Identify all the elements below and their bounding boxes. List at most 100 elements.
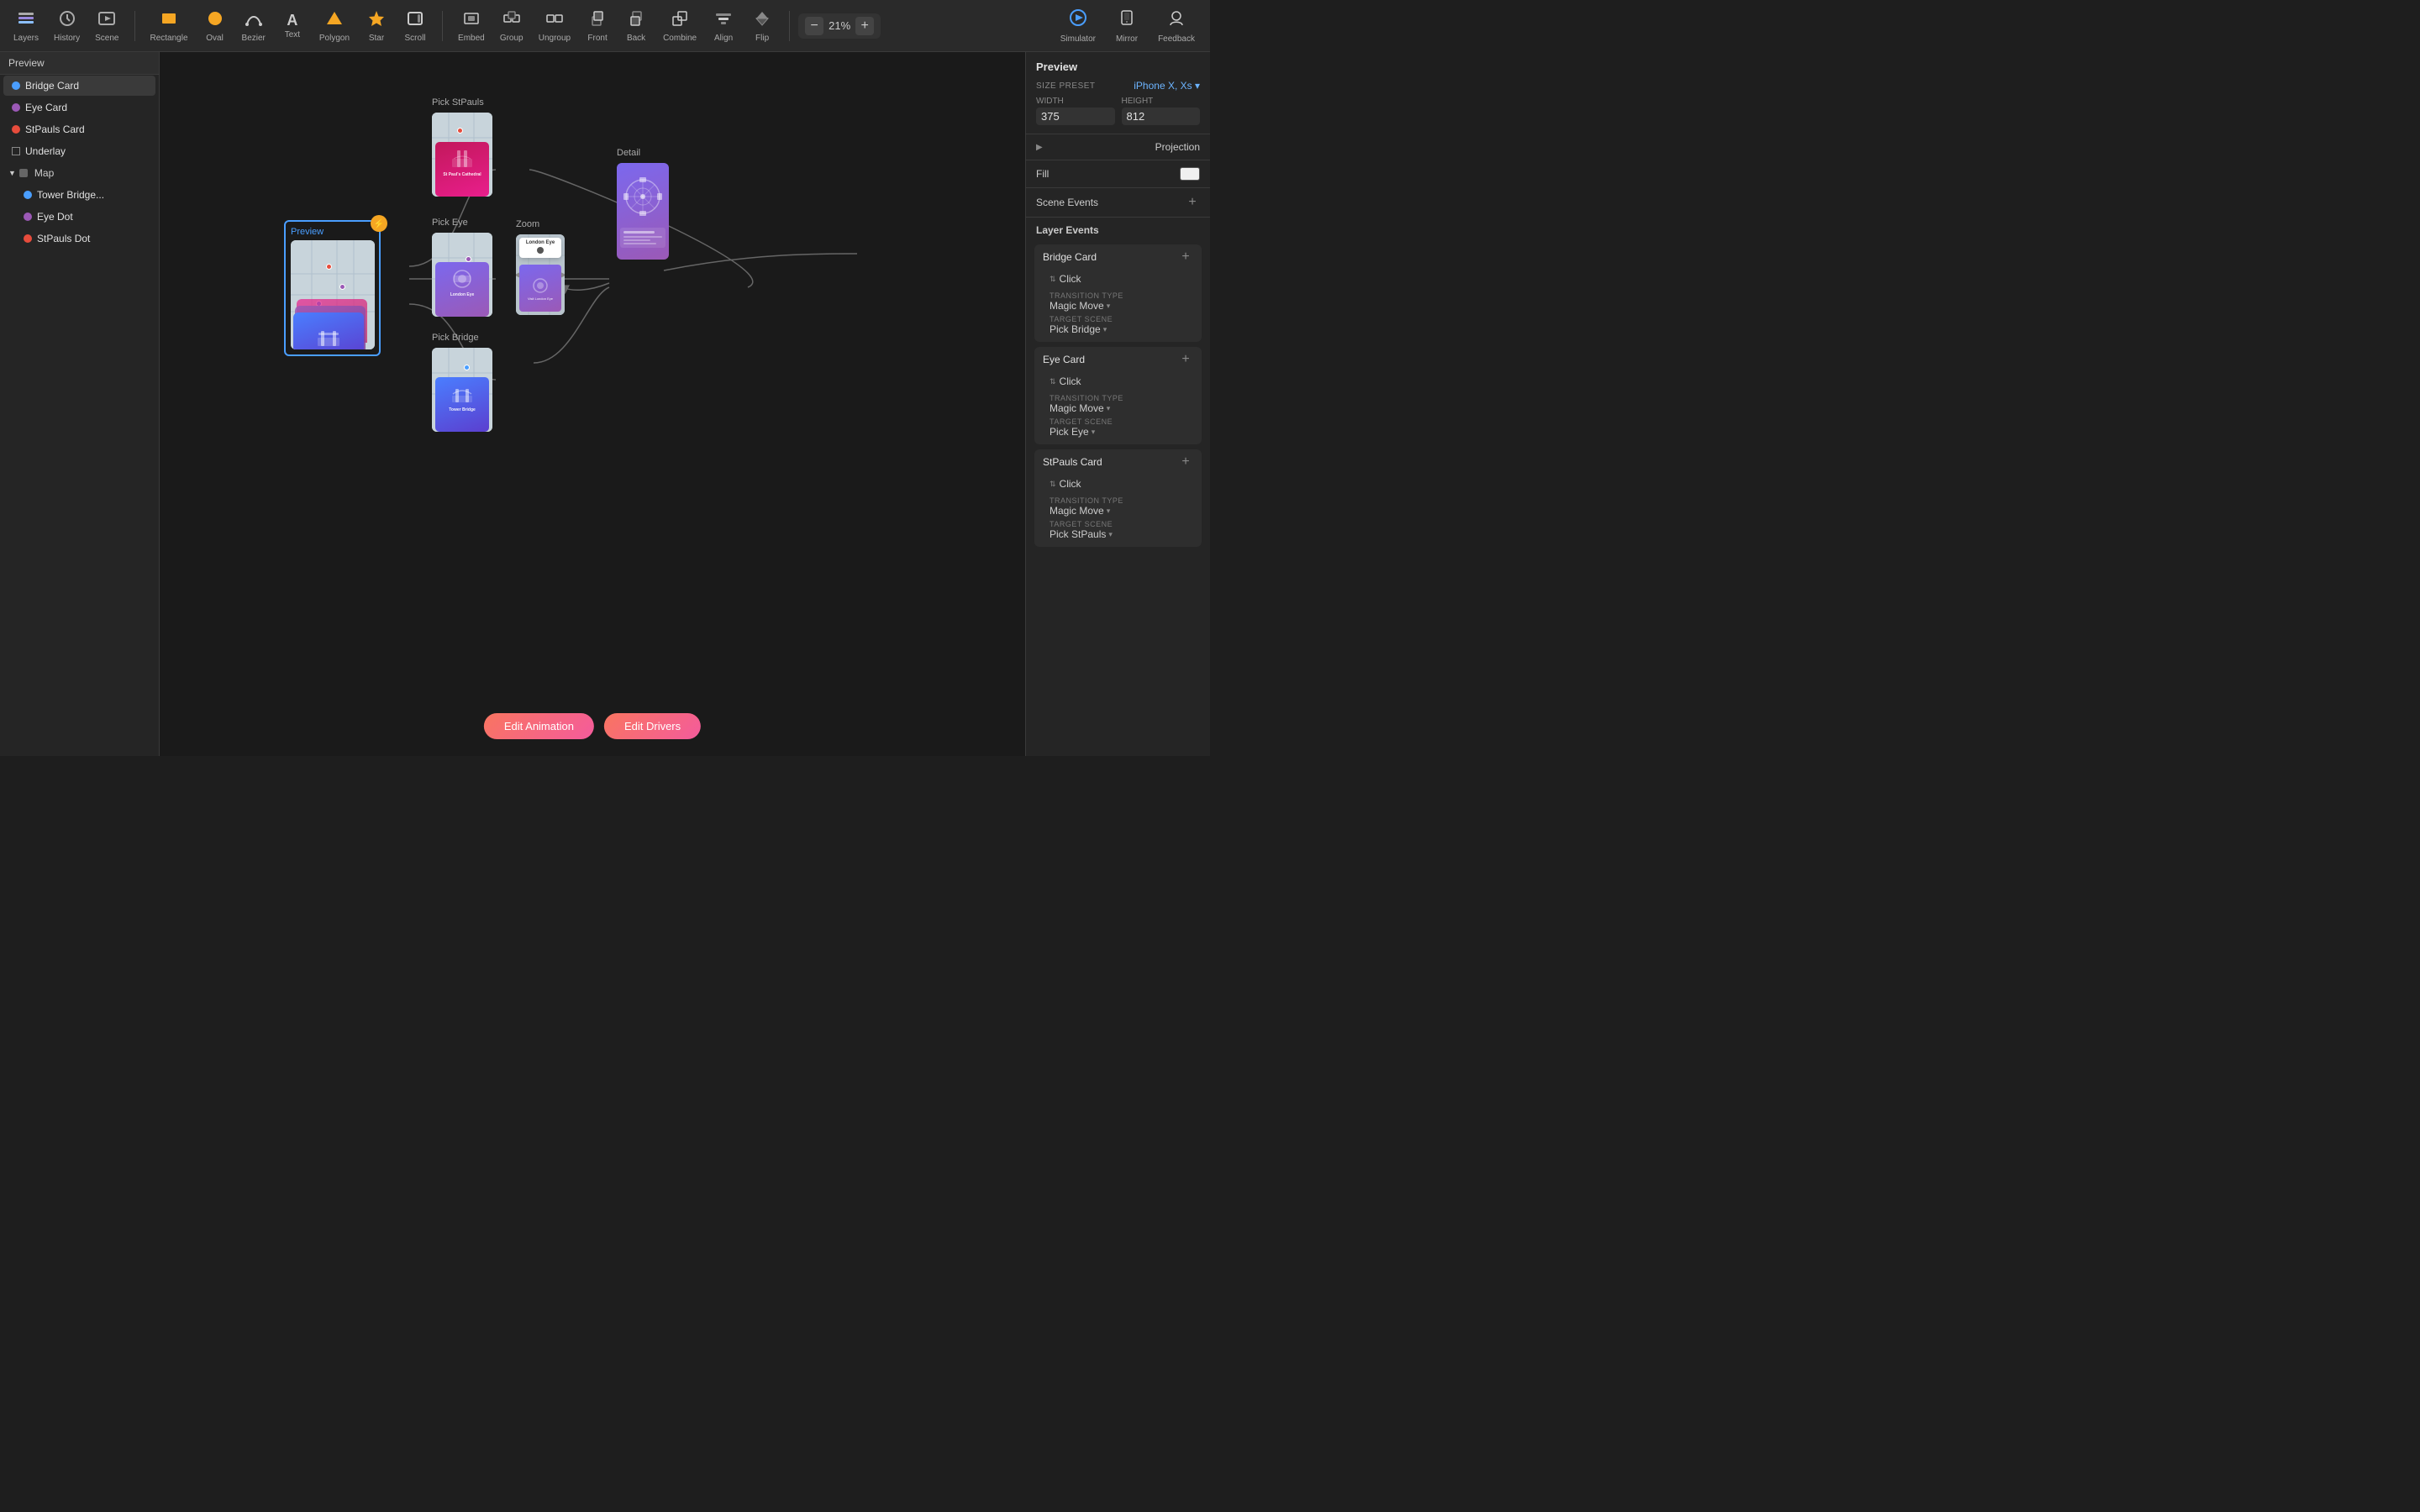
- zoom-card[interactable]: Zoom London Eye: [513, 216, 568, 318]
- preview-scene-label: Preview: [291, 227, 374, 237]
- feedback-label: Feedback: [1158, 34, 1195, 44]
- sidebar-item-tower-bridge[interactable]: Tower Bridge...: [3, 185, 155, 205]
- simulator-icon: [1069, 8, 1087, 32]
- stpauls-transition-type-label: TRANSITION TYPE: [1050, 496, 1193, 505]
- scene-events-label: Scene Events: [1036, 197, 1098, 208]
- projection-expand-icon: ▶: [1036, 143, 1043, 152]
- preview-scene-card[interactable]: Preview ⚡: [284, 220, 381, 356]
- sidebar-item-stpauls-card[interactable]: StPauls Card: [3, 119, 155, 139]
- front-button[interactable]: Front: [579, 6, 616, 46]
- bridge-card-add-btn[interactable]: +: [1178, 249, 1193, 265]
- eye-card-trigger[interactable]: ⇅ Click: [1050, 375, 1193, 387]
- zoom-minus-button[interactable]: −: [805, 17, 823, 35]
- layers-icon: [17, 9, 35, 31]
- simulator-button[interactable]: Simulator: [1052, 5, 1104, 47]
- pick-eye-card[interactable]: Pick Eye London Eye: [429, 214, 496, 320]
- back-button[interactable]: Back: [618, 6, 655, 46]
- embed-button[interactable]: Embed: [451, 6, 492, 46]
- toolbar-left-group: Layers History Scene: [7, 6, 126, 46]
- bridge-card-trigger[interactable]: ⇅ Click: [1050, 273, 1193, 285]
- combine-button[interactable]: Combine: [656, 6, 703, 46]
- bridge-target-scene-label: TARGET SCENE: [1050, 315, 1193, 323]
- sidebar-item-bridge-card[interactable]: Bridge Card: [3, 76, 155, 96]
- back-label: Back: [627, 34, 645, 43]
- edit-drivers-button[interactable]: Edit Drivers: [604, 713, 701, 739]
- group-button[interactable]: Group: [493, 6, 530, 46]
- stpauls-card-trigger[interactable]: ⇅ Click: [1050, 478, 1193, 490]
- mirror-button[interactable]: Mirror: [1107, 5, 1146, 47]
- eye-target-text: Pick Eye: [1050, 426, 1089, 438]
- zoom-plus-button[interactable]: +: [855, 17, 874, 35]
- feedback-button[interactable]: Feedback: [1150, 5, 1203, 47]
- scene-events-add-button[interactable]: +: [1185, 195, 1200, 210]
- rectangle-label: Rectangle: [150, 34, 188, 43]
- projection-row[interactable]: ▶ Projection: [1026, 134, 1210, 160]
- bezier-button[interactable]: Bezier: [235, 6, 272, 46]
- star-button[interactable]: Star: [358, 6, 395, 46]
- polygon-icon: [325, 9, 344, 31]
- map-folder-icon: [19, 169, 28, 177]
- layer-events-label: Layer Events: [1036, 224, 1099, 236]
- eye-card-event-label: Click: [1060, 375, 1081, 387]
- toolbar: Layers History Scene Rectangle Ov: [0, 0, 1210, 52]
- scroll-button[interactable]: Scroll: [397, 6, 434, 46]
- zoom-label: Zoom: [516, 219, 565, 229]
- bezier-label: Bezier: [242, 34, 266, 43]
- stpauls-transition-type-value[interactable]: Magic Move ▾: [1050, 505, 1193, 517]
- stpauls-target-scene-value[interactable]: Pick StPauls ▾: [1050, 528, 1193, 540]
- sidebar-item-eye-dot[interactable]: Eye Dot: [3, 207, 155, 227]
- align-button[interactable]: Align: [705, 6, 742, 46]
- flip-button[interactable]: Flip: [744, 6, 781, 46]
- sidebar-item-eye-card[interactable]: Eye Card: [3, 97, 155, 118]
- history-button[interactable]: History: [47, 6, 87, 46]
- stpauls-target-text: Pick StPauls: [1050, 528, 1106, 540]
- oval-button[interactable]: Oval: [197, 6, 234, 46]
- eye-target-scene-value[interactable]: Pick Eye ▾: [1050, 426, 1193, 438]
- pick-bridge-card[interactable]: Pick Bridge: [429, 329, 496, 435]
- group-icon: [502, 9, 521, 31]
- bridge-transition-type-value[interactable]: Magic Move ▾: [1050, 300, 1193, 312]
- ungroup-icon: [545, 9, 564, 31]
- eye-card-title: Eye Card: [1043, 354, 1085, 365]
- text-button[interactable]: A Text: [274, 9, 311, 43]
- bridge-target-scene-value[interactable]: Pick Bridge ▾: [1050, 323, 1193, 335]
- feedback-icon: [1167, 8, 1186, 32]
- height-label: HEIGHT: [1122, 97, 1201, 106]
- separator-2: [442, 11, 443, 41]
- eye-transition-type-value[interactable]: Magic Move ▾: [1050, 402, 1193, 414]
- group-label: Group: [500, 34, 523, 43]
- fill-swatch[interactable]: [1180, 167, 1200, 181]
- toolbar-shapes-group: Rectangle Oval Bezier A Text Polygon: [144, 6, 434, 46]
- sidebar-map-folder[interactable]: ▼ Map: [0, 162, 159, 184]
- eye-card-dot: [12, 103, 20, 112]
- zoom-value: 21%: [829, 19, 850, 32]
- mirror-icon: [1118, 8, 1136, 32]
- layers-button[interactable]: Layers: [7, 6, 45, 46]
- ungroup-button[interactable]: Ungroup: [532, 6, 577, 46]
- star-label: Star: [369, 34, 384, 43]
- edit-animation-button[interactable]: Edit Animation: [484, 713, 594, 739]
- chevron-down-icon-small: ▾: [1195, 80, 1200, 92]
- height-value: 812: [1122, 108, 1201, 125]
- sidebar-item-underlay[interactable]: Underlay: [3, 141, 155, 161]
- front-icon: [588, 9, 607, 31]
- rectangle-button[interactable]: Rectangle: [144, 6, 195, 46]
- size-preset-dropdown[interactable]: iPhone X, Xs ▾: [1134, 80, 1200, 92]
- align-icon: [714, 9, 733, 31]
- sidebar-item-stpauls-dot[interactable]: StPauls Dot: [3, 228, 155, 249]
- left-sidebar: Preview Bridge Card Eye Card StPauls Car…: [0, 52, 160, 756]
- polygon-button[interactable]: Polygon: [313, 6, 356, 46]
- stpauls-card-add-btn[interactable]: +: [1178, 454, 1193, 470]
- projection-label: Projection: [1155, 141, 1200, 153]
- eye-card-add-btn[interactable]: +: [1178, 352, 1193, 367]
- text-label: Text: [285, 30, 300, 39]
- updown-icon: ⇅: [1050, 275, 1056, 284]
- scene-button[interactable]: Scene: [88, 6, 125, 46]
- panel-preview-section: Preview SIZE PRESET iPhone X, Xs ▾ WIDTH…: [1026, 52, 1210, 134]
- toolbar-actions-group: Embed Group Ungroup Front Back: [451, 6, 781, 46]
- pick-stpauls-label: Pick StPauls: [432, 97, 492, 108]
- pick-stpauls-card[interactable]: Pick StPauls: [429, 94, 496, 200]
- detail-card[interactable]: Detail: [613, 144, 672, 263]
- canvas[interactable]: Preview ⚡: [160, 52, 1025, 756]
- eye-target-arrow: ▾: [1092, 428, 1096, 437]
